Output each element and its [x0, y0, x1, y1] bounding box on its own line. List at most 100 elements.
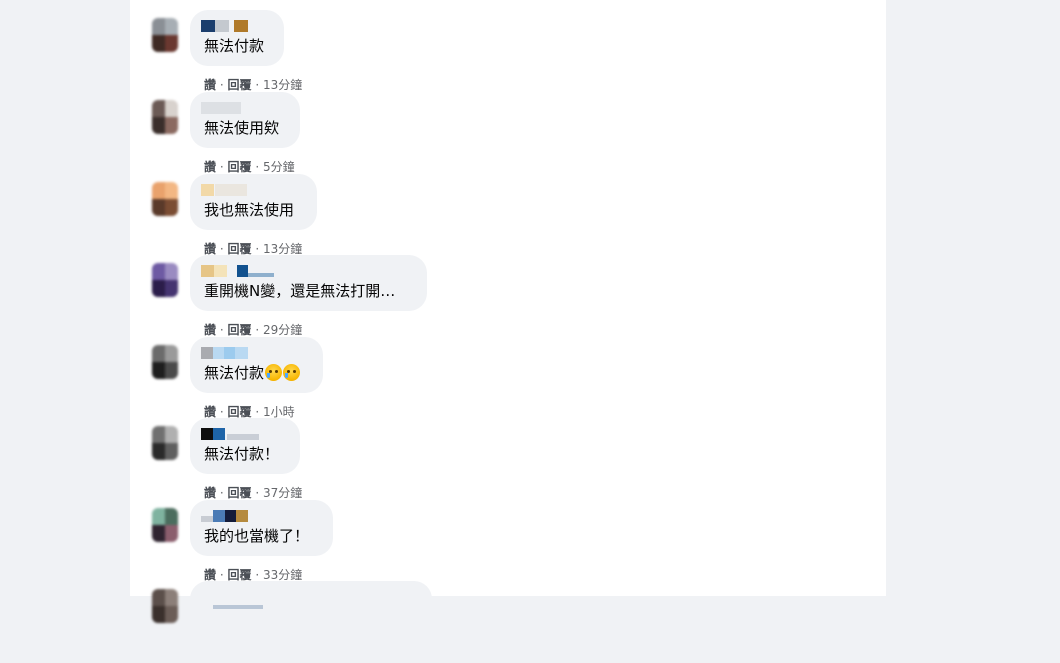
avatar-block [152, 117, 165, 134]
avatar-block [165, 345, 178, 362]
avatar-block [152, 589, 165, 606]
separator: · [219, 568, 224, 582]
comment-bubble: 無法付款 [190, 337, 323, 393]
reply-link[interactable]: 回覆 [228, 160, 252, 174]
commenter-name-redacted[interactable] [201, 510, 261, 522]
like-link[interactable]: 讚 [204, 160, 216, 174]
separator: · [219, 323, 224, 337]
avatar[interactable] [152, 345, 178, 379]
separator: · [255, 78, 260, 92]
avatar-block [165, 280, 178, 297]
timestamp[interactable]: 5分鐘 [263, 160, 295, 174]
comment: 無法使用欸 讚 · 回覆 · 5分鐘 [130, 92, 886, 174]
avatar-block [165, 525, 178, 542]
separator: · [255, 568, 260, 582]
crying-face-icon [283, 364, 301, 381]
comment-text: 無法使用欸 [204, 119, 280, 137]
commenter-name-redacted[interactable] [201, 184, 261, 196]
comment-actions: 讚 · 回覆 · 13分鐘 [204, 76, 302, 93]
comment-actions: 讚 · 回覆 · 37分鐘 [204, 484, 302, 501]
avatar-block [165, 18, 178, 35]
timestamp[interactable]: 33分鐘 [263, 568, 302, 582]
separator: · [255, 160, 260, 174]
comment-bubble: 重開機N變，還是無法打開… [190, 255, 427, 311]
crying-face-icon [265, 364, 283, 381]
comment-text-value: 無法付款 [204, 364, 265, 382]
timestamp[interactable]: 13分鐘 [263, 78, 302, 92]
reply-link[interactable]: 回覆 [228, 486, 252, 500]
separator: · [219, 160, 224, 174]
separator: · [219, 486, 224, 500]
separator: · [219, 78, 224, 92]
commenter-name-redacted[interactable] [201, 102, 261, 114]
avatar[interactable] [152, 263, 178, 297]
reply-link[interactable]: 回覆 [228, 242, 252, 256]
like-link[interactable]: 讚 [204, 242, 216, 256]
avatar-block [152, 606, 165, 623]
comment: 無法付款 讚 · 回覆 · 13分鐘 [130, 10, 886, 92]
avatar-block [165, 362, 178, 379]
avatar-block [152, 443, 165, 460]
avatar[interactable] [152, 426, 178, 460]
reply-link[interactable]: 回覆 [228, 405, 252, 419]
like-link[interactable]: 讚 [204, 405, 216, 419]
avatar-block [152, 199, 165, 216]
separator: · [219, 405, 224, 419]
avatar-block [165, 443, 178, 460]
comment-text: 我也無法使用 [204, 201, 295, 219]
separator: · [255, 323, 260, 337]
comment-bubble: 我也無法使用 [190, 174, 317, 230]
comment-bubble: 無法付款！ [190, 418, 300, 474]
avatar-block [152, 525, 165, 542]
comment-text: 無法付款！ [204, 445, 280, 463]
comment: 重開機N變，還是無法打開… 讚 · 回覆 · 29分鐘 [130, 255, 886, 337]
avatar[interactable] [152, 100, 178, 134]
like-link[interactable]: 讚 [204, 486, 216, 500]
comment: 無法付款！ 讚 · 回覆 · 37分鐘 [130, 418, 886, 500]
avatar-block [152, 280, 165, 297]
avatar-block [152, 426, 165, 443]
commenter-name-redacted[interactable] [201, 591, 263, 609]
commenter-name-redacted[interactable] [201, 20, 261, 32]
comments-feed: 無法付款 讚 · 回覆 · 13分鐘 無法使用欸 讚 · 回覆 · 5分鐘 我也… [130, 0, 886, 637]
comment-text: 無法付款 [204, 364, 310, 383]
separator: · [255, 405, 260, 419]
avatar-block [165, 182, 178, 199]
timestamp[interactable]: 1小時 [263, 405, 295, 419]
avatar[interactable] [152, 182, 178, 216]
avatar-block [152, 508, 165, 525]
comment-text: 我的也當機了！ [204, 527, 310, 545]
avatar[interactable] [152, 589, 178, 623]
avatar[interactable] [152, 508, 178, 542]
comment [130, 581, 886, 663]
avatar-block [152, 100, 165, 117]
separator: · [255, 486, 260, 500]
commenter-name-redacted[interactable] [201, 428, 261, 440]
separator: · [255, 242, 260, 256]
comment-bubble: 我的也當機了！ [190, 500, 333, 556]
timestamp[interactable]: 37分鐘 [263, 486, 302, 500]
avatar-block [165, 117, 178, 134]
reply-link[interactable]: 回覆 [228, 323, 252, 337]
commenter-name-redacted[interactable] [201, 347, 261, 359]
comment-actions: 讚 · 回覆 · 5分鐘 [204, 158, 295, 175]
comment-text: 無法付款 [204, 37, 265, 55]
avatar[interactable] [152, 18, 178, 52]
avatar-block [165, 508, 178, 525]
comment-bubble: 無法使用欸 [190, 92, 300, 148]
avatar-block [165, 35, 178, 52]
like-link[interactable]: 讚 [204, 568, 216, 582]
commenter-name-redacted[interactable] [201, 265, 281, 277]
timestamp[interactable]: 13分鐘 [263, 242, 302, 256]
timestamp[interactable]: 29分鐘 [263, 323, 302, 337]
avatar-block [152, 362, 165, 379]
comment-bubble [190, 581, 432, 637]
avatar-block [152, 263, 165, 280]
avatar-block [152, 345, 165, 362]
like-link[interactable]: 讚 [204, 78, 216, 92]
like-link[interactable]: 讚 [204, 323, 216, 337]
avatar-block [152, 18, 165, 35]
reply-link[interactable]: 回覆 [228, 78, 252, 92]
comment-actions: 讚 · 回覆 · 29分鐘 [204, 321, 302, 338]
reply-link[interactable]: 回覆 [228, 568, 252, 582]
